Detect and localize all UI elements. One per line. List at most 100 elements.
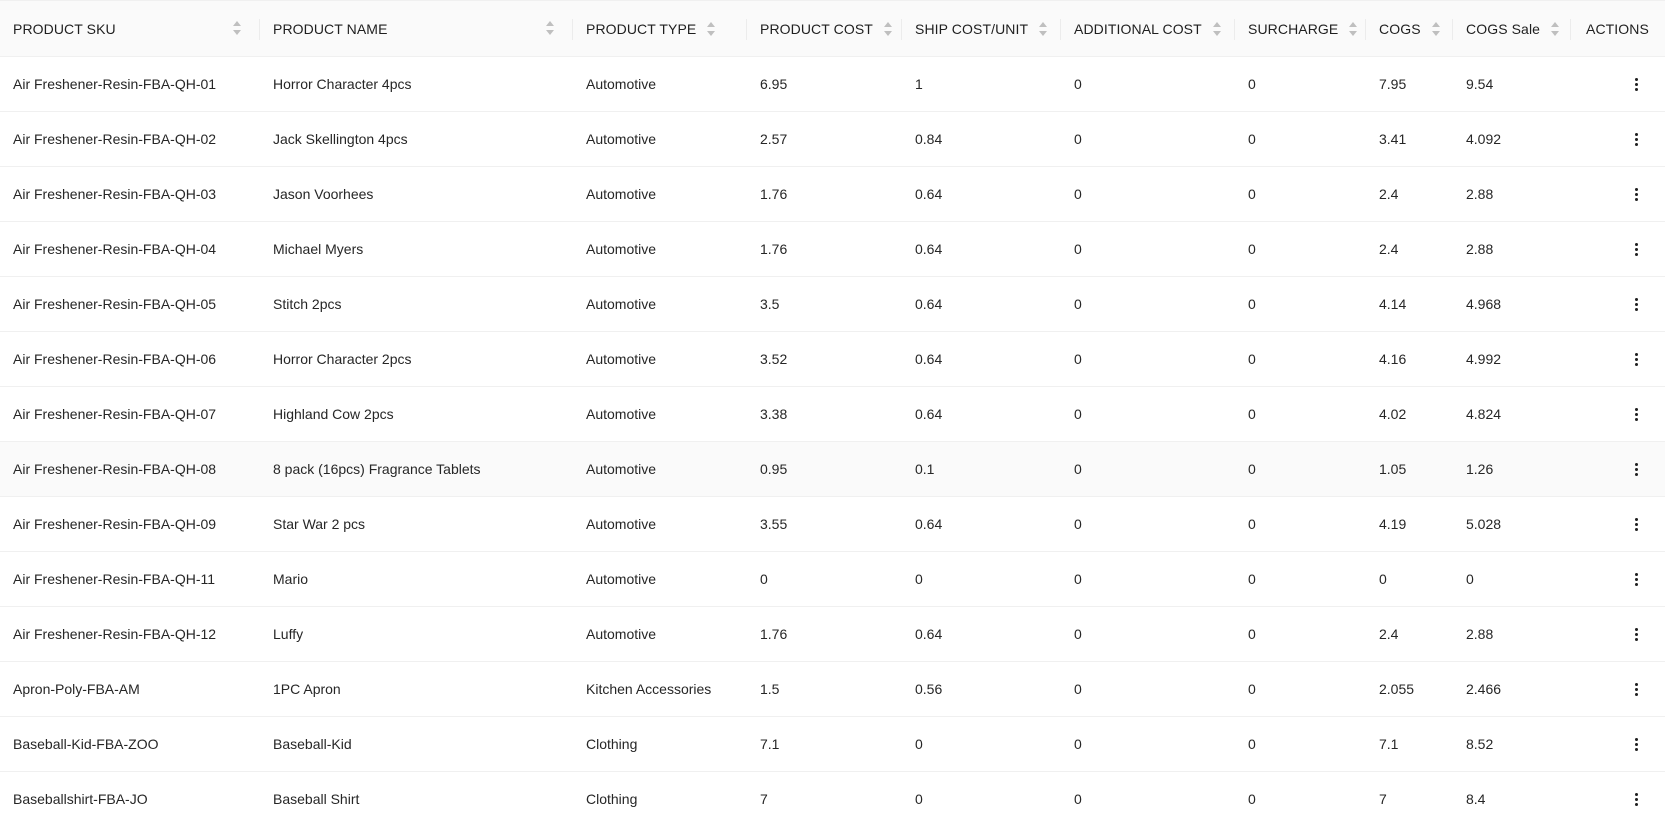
cell-sku: Air Freshener-Resin-FBA-QH-05	[0, 276, 260, 332]
column-header-sku[interactable]: PRODUCT SKU	[0, 0, 260, 57]
cell-cost: 1.5	[747, 661, 902, 717]
table-row[interactable]: Air Freshener-Resin-FBA-QH-11 Mario Automo…	[0, 551, 1665, 607]
sort-icon[interactable]	[1038, 21, 1048, 37]
more-vertical-icon[interactable]	[1629, 514, 1643, 534]
cell-additional: 0	[1061, 606, 1235, 662]
column-header-surcharge[interactable]: SURCHARGE	[1235, 0, 1366, 57]
column-header-ship[interactable]: SHIP COST/UNIT	[902, 0, 1061, 57]
sort-icon[interactable]	[706, 21, 716, 37]
more-vertical-icon[interactable]	[1629, 679, 1643, 699]
more-vertical-icon[interactable]	[1629, 349, 1643, 369]
cell-ship: 0.64	[902, 331, 1061, 387]
cell-surcharge: 0	[1235, 221, 1366, 277]
table-header: PRODUCT SKU PRODUCT NAME PRODUCT TYPE PRODU…	[0, 0, 1665, 57]
cell-additional: 0	[1061, 56, 1235, 112]
cell-cogs_sale: 9.54	[1453, 56, 1571, 112]
cell-additional: 0	[1061, 661, 1235, 717]
column-header-name[interactable]: PRODUCT NAME	[260, 0, 573, 57]
column-header-label: COGS	[1379, 20, 1421, 37]
cell-name: Horror Character 2pcs	[260, 331, 573, 387]
cell-surcharge: 0	[1235, 551, 1366, 607]
more-vertical-icon[interactable]	[1629, 569, 1643, 589]
cell-name: Baseball Shirt	[260, 771, 573, 822]
more-vertical-icon[interactable]	[1629, 239, 1643, 259]
sort-icon[interactable]	[1348, 21, 1358, 37]
cell-cogs: 2.4	[1366, 166, 1453, 222]
cell-ship: 0.64	[902, 606, 1061, 662]
cell-surcharge: 0	[1235, 716, 1366, 772]
more-vertical-icon[interactable]	[1629, 459, 1643, 479]
table-row[interactable]: Air Freshener-Resin-FBA-QH-04 Michael Mye…	[0, 221, 1665, 277]
cell-cost: 3.55	[747, 496, 902, 552]
table-row[interactable]: Air Freshener-Resin-FBA-QH-03 Jason Voorh…	[0, 166, 1665, 222]
column-header-cogs[interactable]: COGS	[1366, 0, 1453, 57]
cell-ship: 0	[902, 551, 1061, 607]
cell-cost: 7.1	[747, 716, 902, 772]
cell-cogs_sale: 4.092	[1453, 111, 1571, 167]
cell-type: Clothing	[573, 771, 747, 822]
table-row[interactable]: Air Freshener-Resin-FBA-QH-08 8 pack (16p…	[0, 441, 1665, 497]
cell-actions	[1571, 771, 1665, 822]
column-header-cogs_sale[interactable]: COGS Sale	[1453, 0, 1571, 57]
more-vertical-icon[interactable]	[1629, 734, 1643, 754]
cell-additional: 0	[1061, 276, 1235, 332]
table-row[interactable]: Air Freshener-Resin-FBA-QH-02 Jack Skelli…	[0, 111, 1665, 167]
sort-icon[interactable]	[1431, 21, 1441, 37]
cell-name: Highland Cow 2pcs	[260, 386, 573, 442]
cell-cogs_sale: 2.88	[1453, 221, 1571, 277]
cell-sku: Air Freshener-Resin-FBA-QH-03	[0, 166, 260, 222]
cell-name: Michael Myers	[260, 221, 573, 277]
cell-sku: Baseball-Kid-FBA-ZOO	[0, 716, 260, 772]
more-vertical-icon[interactable]	[1629, 789, 1643, 809]
cell-surcharge: 0	[1235, 56, 1366, 112]
cell-cogs_sale: 0	[1453, 551, 1571, 607]
table-row[interactable]: Air Freshener-Resin-FBA-QH-07 Highland Co…	[0, 386, 1665, 442]
more-vertical-icon[interactable]	[1629, 404, 1643, 424]
cell-ship: 0.64	[902, 221, 1061, 277]
cell-name: Jack Skellington 4pcs	[260, 111, 573, 167]
table-row[interactable]: Air Freshener-Resin-FBA-QH-05 Stitch 2pcs…	[0, 276, 1665, 332]
more-vertical-icon[interactable]	[1629, 184, 1643, 204]
table-row[interactable]: Apron-Poly-FBA-AM 1PC Apron Kitchen Access…	[0, 661, 1665, 717]
column-header-additional[interactable]: ADDITIONAL COST	[1061, 0, 1235, 57]
more-vertical-icon[interactable]	[1629, 129, 1643, 149]
column-header-type[interactable]: PRODUCT TYPE	[573, 0, 747, 57]
column-header-label: SURCHARGE	[1248, 20, 1339, 37]
cell-additional: 0	[1061, 331, 1235, 387]
more-vertical-icon[interactable]	[1629, 294, 1643, 314]
sort-icon[interactable]	[883, 21, 893, 37]
cell-actions	[1571, 606, 1665, 662]
column-header-cost[interactable]: PRODUCT COST	[747, 0, 902, 57]
cell-cogs_sale: 4.824	[1453, 386, 1571, 442]
cell-actions	[1571, 276, 1665, 332]
product-cost-table: PRODUCT SKU PRODUCT NAME PRODUCT TYPE PRODU…	[0, 0, 1665, 822]
table-row[interactable]: Air Freshener-Resin-FBA-QH-06 Horror Char…	[0, 331, 1665, 387]
table-row[interactable]: Air Freshener-Resin-FBA-QH-09 Star War 2 …	[0, 496, 1665, 552]
cell-surcharge: 0	[1235, 606, 1366, 662]
more-vertical-icon[interactable]	[1629, 624, 1643, 644]
table-row[interactable]: Baseballshirt-FBA-JO Baseball Shirt Clothi…	[0, 771, 1665, 822]
cell-ship: 0.64	[902, 276, 1061, 332]
cell-surcharge: 0	[1235, 441, 1366, 497]
column-header-label: PRODUCT SKU	[13, 20, 116, 37]
cell-sku: Air Freshener-Resin-FBA-QH-04	[0, 221, 260, 277]
sort-icon[interactable]	[232, 20, 242, 36]
table-row[interactable]: Air Freshener-Resin-FBA-QH-12 Luffy Automo…	[0, 606, 1665, 662]
more-vertical-icon[interactable]	[1629, 74, 1643, 94]
cell-cost: 0	[747, 551, 902, 607]
sort-icon[interactable]	[1212, 21, 1222, 37]
cell-ship: 0	[902, 771, 1061, 822]
cell-cogs: 2.055	[1366, 661, 1453, 717]
cell-additional: 0	[1061, 716, 1235, 772]
column-header-label: PRODUCT TYPE	[586, 20, 697, 37]
table-row[interactable]: Baseball-Kid-FBA-ZOO Baseball-Kid Clothing…	[0, 716, 1665, 772]
cell-cost: 3.38	[747, 386, 902, 442]
sort-icon[interactable]	[1550, 21, 1560, 37]
cell-additional: 0	[1061, 496, 1235, 552]
table-row[interactable]: Air Freshener-Resin-FBA-QH-01 Horror Char…	[0, 56, 1665, 112]
cell-name: 8 pack (16pcs) Fragrance Tablets	[260, 441, 573, 497]
cell-additional: 0	[1061, 386, 1235, 442]
cell-cogs: 2.4	[1366, 606, 1453, 662]
cell-ship: 0	[902, 716, 1061, 772]
sort-icon[interactable]	[545, 20, 555, 36]
